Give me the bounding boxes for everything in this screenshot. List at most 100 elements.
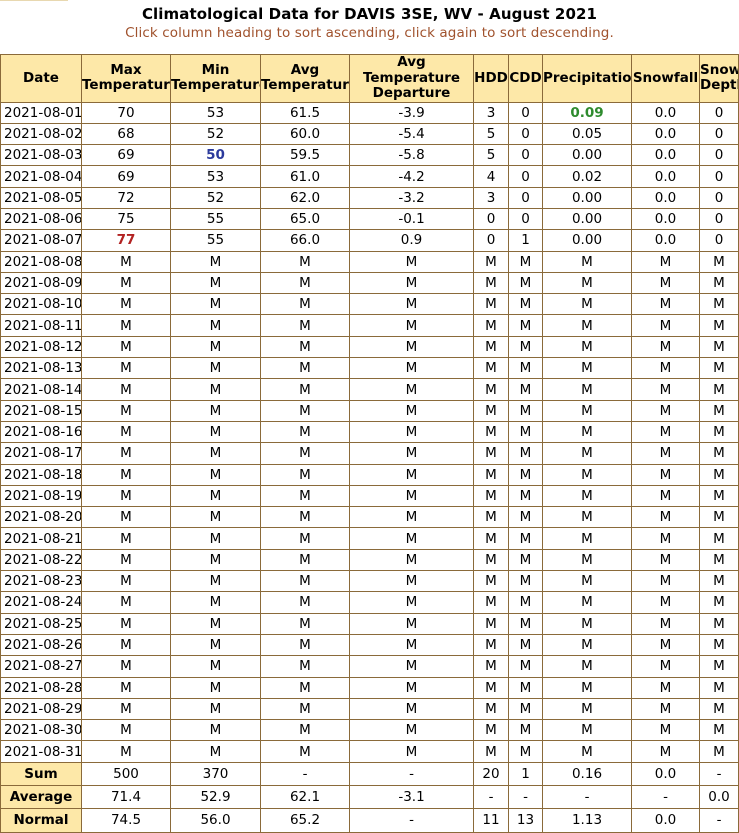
cell-precipitation: M xyxy=(542,676,632,699)
summary-row: Sum 500 370- -20 1 0.16 0.0- xyxy=(0,761,739,787)
cell-avg-temperature-departure: M xyxy=(349,548,474,572)
table-row: 2021-08-19 M M M M M M M M M xyxy=(0,484,739,508)
column-header-date[interactable]: Date xyxy=(0,54,82,103)
column-header-hdd[interactable]: HDD xyxy=(473,54,509,103)
cell-max-temperature: 77 xyxy=(81,229,171,252)
cell-avg-temperature: M xyxy=(260,655,350,678)
table-row: 2021-08-21 M M M M M M M M M xyxy=(0,527,739,550)
column-header-label: Date xyxy=(23,69,59,86)
cell-date: 2021-08-13 xyxy=(0,357,82,380)
cell-max-temperature: M xyxy=(81,527,171,550)
cell-max-temperature: 68 xyxy=(81,122,171,146)
cell-avg-temperature: 62.0 xyxy=(260,186,350,209)
cell-snow-depth: M xyxy=(699,357,739,380)
cell-snowfall: M xyxy=(631,463,700,486)
cell-snowfall: M xyxy=(631,399,700,422)
cell-snowfall: M xyxy=(631,527,700,550)
cell-avg-temperature-departure: -3.9 xyxy=(349,101,474,124)
cell-avg-temperature: M xyxy=(260,357,350,380)
cell-cdd: M xyxy=(508,378,543,401)
cell-cdd: M xyxy=(508,697,543,721)
cell-snowfall: M xyxy=(631,697,700,721)
cell-date: 2021-08-17 xyxy=(0,442,82,465)
column-header-label: Depth xyxy=(700,77,738,94)
cell-avg-temperature: 61.0 xyxy=(260,165,350,188)
cell-cdd: M xyxy=(508,463,543,486)
cell-avg-temperature: M xyxy=(260,633,350,657)
column-header-snow-depth[interactable]: SnowDepth xyxy=(699,54,739,103)
cell-date: 2021-08-14 xyxy=(0,378,82,401)
table-row: 2021-08-02 68 52 60.0 -5.4 5 0 0.05 0.0 0 xyxy=(0,122,739,146)
table-row: 2021-08-22 M M M M M M M M M xyxy=(0,548,739,572)
cell-avg-temperature-departure: M xyxy=(349,335,474,359)
cell-avg-temperature: M xyxy=(260,697,350,721)
cell-max-temperature: M xyxy=(81,591,171,614)
cell-min-temperature: M xyxy=(170,420,261,444)
cell-precipitation: M xyxy=(542,293,632,316)
column-header-precipitation[interactable]: Precipitation xyxy=(542,54,632,103)
column-header-label: Temperature xyxy=(82,77,171,94)
summary-cell-cdd: - xyxy=(508,784,543,810)
cell-max-temperature: M xyxy=(81,250,171,273)
cell-hdd: M xyxy=(473,484,509,508)
cell-hdd: M xyxy=(473,463,509,486)
column-header-max-temperature[interactable]: Max Temperature xyxy=(81,54,171,103)
cell-min-temperature: M xyxy=(170,484,261,508)
cell-date: 2021-08-15 xyxy=(0,399,82,422)
cell-precipitation: M xyxy=(542,740,632,763)
cell-avg-temperature: M xyxy=(260,250,350,273)
cell-hdd: 4 xyxy=(473,165,509,188)
cell-avg-temperature: M xyxy=(260,591,350,614)
column-header-label: Avg xyxy=(290,61,320,78)
cell-max-temperature: M xyxy=(81,740,171,763)
summary-cell-snow-depth: - xyxy=(699,761,739,787)
cell-avg-temperature-departure: 0.9 xyxy=(349,229,474,252)
cell-max-temperature: M xyxy=(81,697,171,721)
cell-min-temperature: M xyxy=(170,740,261,763)
cell-hdd: M xyxy=(473,633,509,657)
cell-snow-depth: M xyxy=(699,420,739,444)
cell-snowfall: M xyxy=(631,314,700,337)
cell-min-temperature: 52 xyxy=(170,186,261,209)
cell-cdd: M xyxy=(508,271,543,295)
cell-date: 2021-08-02 xyxy=(0,122,82,146)
cell-precipitation: M xyxy=(542,484,632,508)
cell-avg-temperature-departure: -0.1 xyxy=(349,207,474,231)
table-summary: Sum 500 370- -20 1 0.16 0.0- Average 71.4 52.9 62.… xyxy=(0,761,739,833)
cell-snow-depth: M xyxy=(699,399,739,422)
column-header-avg-temperature-departure[interactable]: Avg Temperature Departure xyxy=(349,54,474,103)
cell-avg-temperature: M xyxy=(260,527,350,550)
cell-avg-temperature: 60.0 xyxy=(260,122,350,146)
cell-max-temperature: 69 xyxy=(81,144,171,167)
column-header-cdd[interactable]: CDD xyxy=(508,54,543,103)
table-row: 2021-08-28 M M M M M M M M M xyxy=(0,676,739,699)
cell-date: 2021-08-21 xyxy=(0,527,82,550)
cell-avg-temperature-departure: M xyxy=(349,570,474,593)
cell-precipitation: 0.00 xyxy=(542,186,632,209)
cell-avg-temperature-departure: M xyxy=(349,484,474,508)
cell-min-temperature: M xyxy=(170,463,261,486)
cell-min-temperature: M xyxy=(170,293,261,316)
cell-min-temperature: M xyxy=(170,399,261,422)
cell-avg-temperature: M xyxy=(260,293,350,316)
cell-hdd: M xyxy=(473,506,509,529)
cell-snow-depth: M xyxy=(699,676,739,699)
cell-precipitation: 0.02 xyxy=(542,165,632,188)
column-header-avg-temperature[interactable]: Avg Temperature xyxy=(260,54,350,103)
cell-snowfall: 0.0 xyxy=(631,186,700,209)
page-title: Climatological Data for DAVIS 3SE, WV - … xyxy=(141,5,598,23)
column-header-min-temperature[interactable]: Min Temperature xyxy=(170,54,261,103)
cell-max-temperature: M xyxy=(81,293,171,316)
cell-hdd: M xyxy=(473,570,509,593)
column-header-snowfall[interactable]: Snowfall xyxy=(631,54,700,103)
cell-avg-temperature: 61.5 xyxy=(260,101,350,124)
column-header-label: HDD xyxy=(474,69,508,86)
cell-date: 2021-08-27 xyxy=(0,655,82,678)
cell-precipitation: 0.00 xyxy=(542,229,632,252)
cell-avg-temperature: 65.0 xyxy=(260,207,350,231)
cell-precipitation: M xyxy=(542,335,632,359)
cell-snow-depth: M xyxy=(699,548,739,572)
cell-cdd: M xyxy=(508,676,543,699)
cell-date: 2021-08-23 xyxy=(0,570,82,593)
cell-hdd: 3 xyxy=(473,186,509,209)
